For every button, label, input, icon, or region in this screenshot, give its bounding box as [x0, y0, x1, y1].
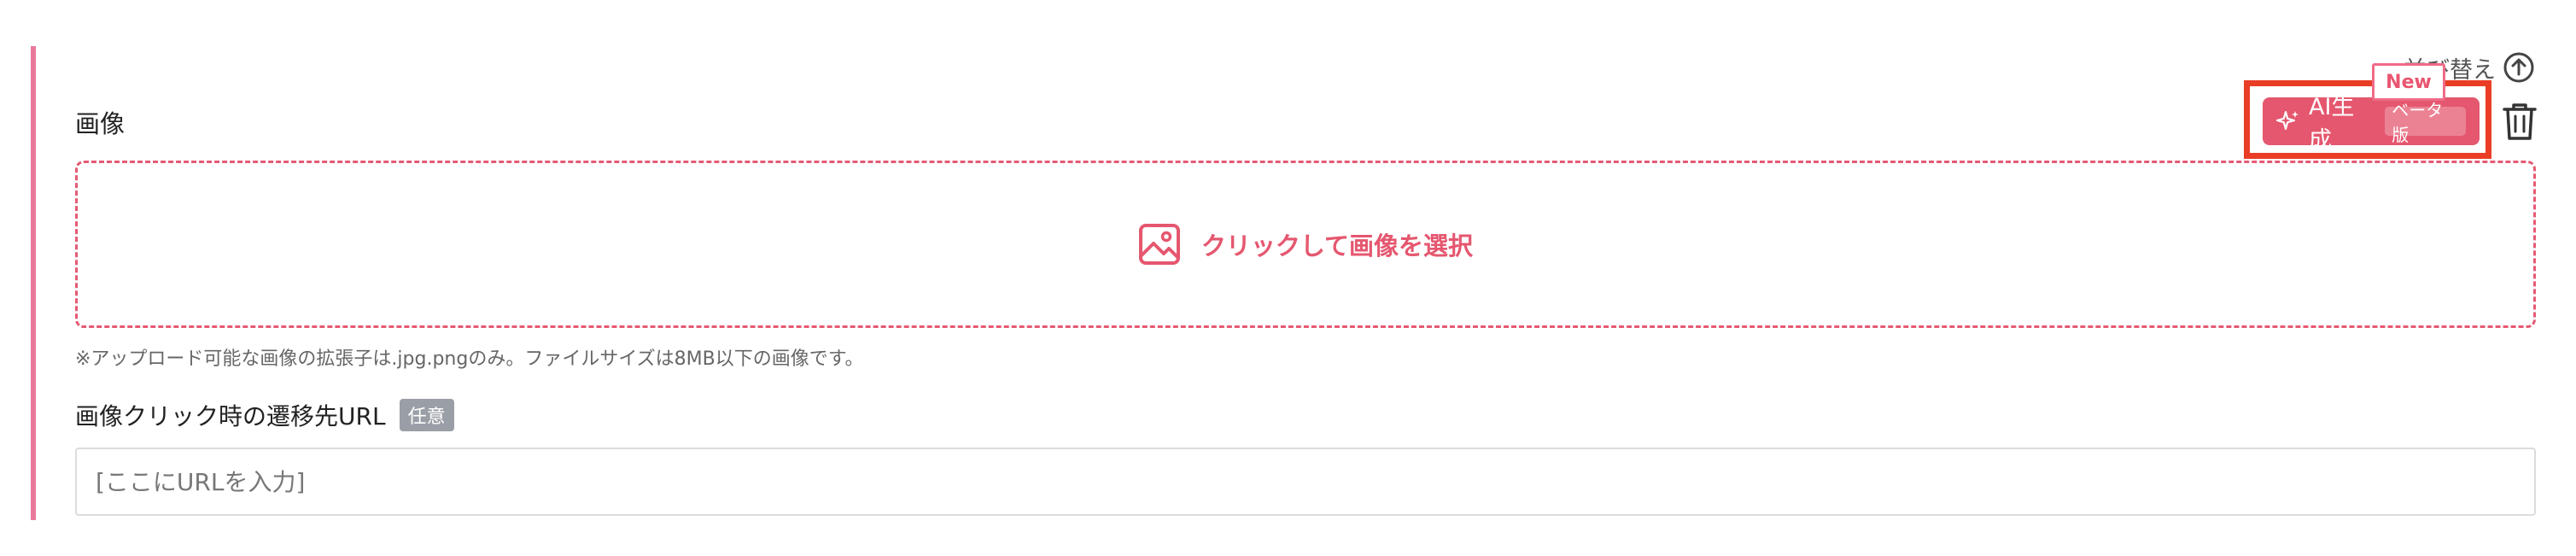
url-label-row: 画像クリック時の遷移先URL 任意: [75, 398, 454, 432]
ai-generate-label: AI生成: [2309, 94, 2355, 154]
sparkle-icon: [2276, 109, 2300, 133]
url-field-label: 画像クリック時の遷移先URL: [75, 402, 386, 430]
url-input[interactable]: [75, 448, 2536, 516]
beta-badge: ベータ版: [2385, 100, 2466, 145]
ai-generate-button[interactable]: AI生成 ベータ版: [2263, 94, 2480, 154]
section-accent-bar: [31, 46, 36, 520]
trash-icon[interactable]: [2502, 101, 2538, 142]
upload-note: ※アップロード可能な画像の拡張子は.jpg.pngのみ。ファイルサイズは8MB以…: [75, 348, 864, 370]
new-tag: New: [2372, 63, 2445, 101]
arrow-up-circle-icon: [2503, 51, 2535, 84]
image-block-editor: 並び替え 画像 AI生成 ベータ版 New クリックして画像を選択 ※アップロー…: [0, 0, 2576, 556]
optional-badge: 任意: [399, 399, 454, 431]
dropzone-label: クリックして画像を選択: [1200, 231, 1474, 260]
image-icon: [1138, 223, 1181, 266]
image-section-label: 画像: [75, 109, 126, 138]
image-dropzone[interactable]: クリックして画像を選択: [75, 161, 2536, 328]
